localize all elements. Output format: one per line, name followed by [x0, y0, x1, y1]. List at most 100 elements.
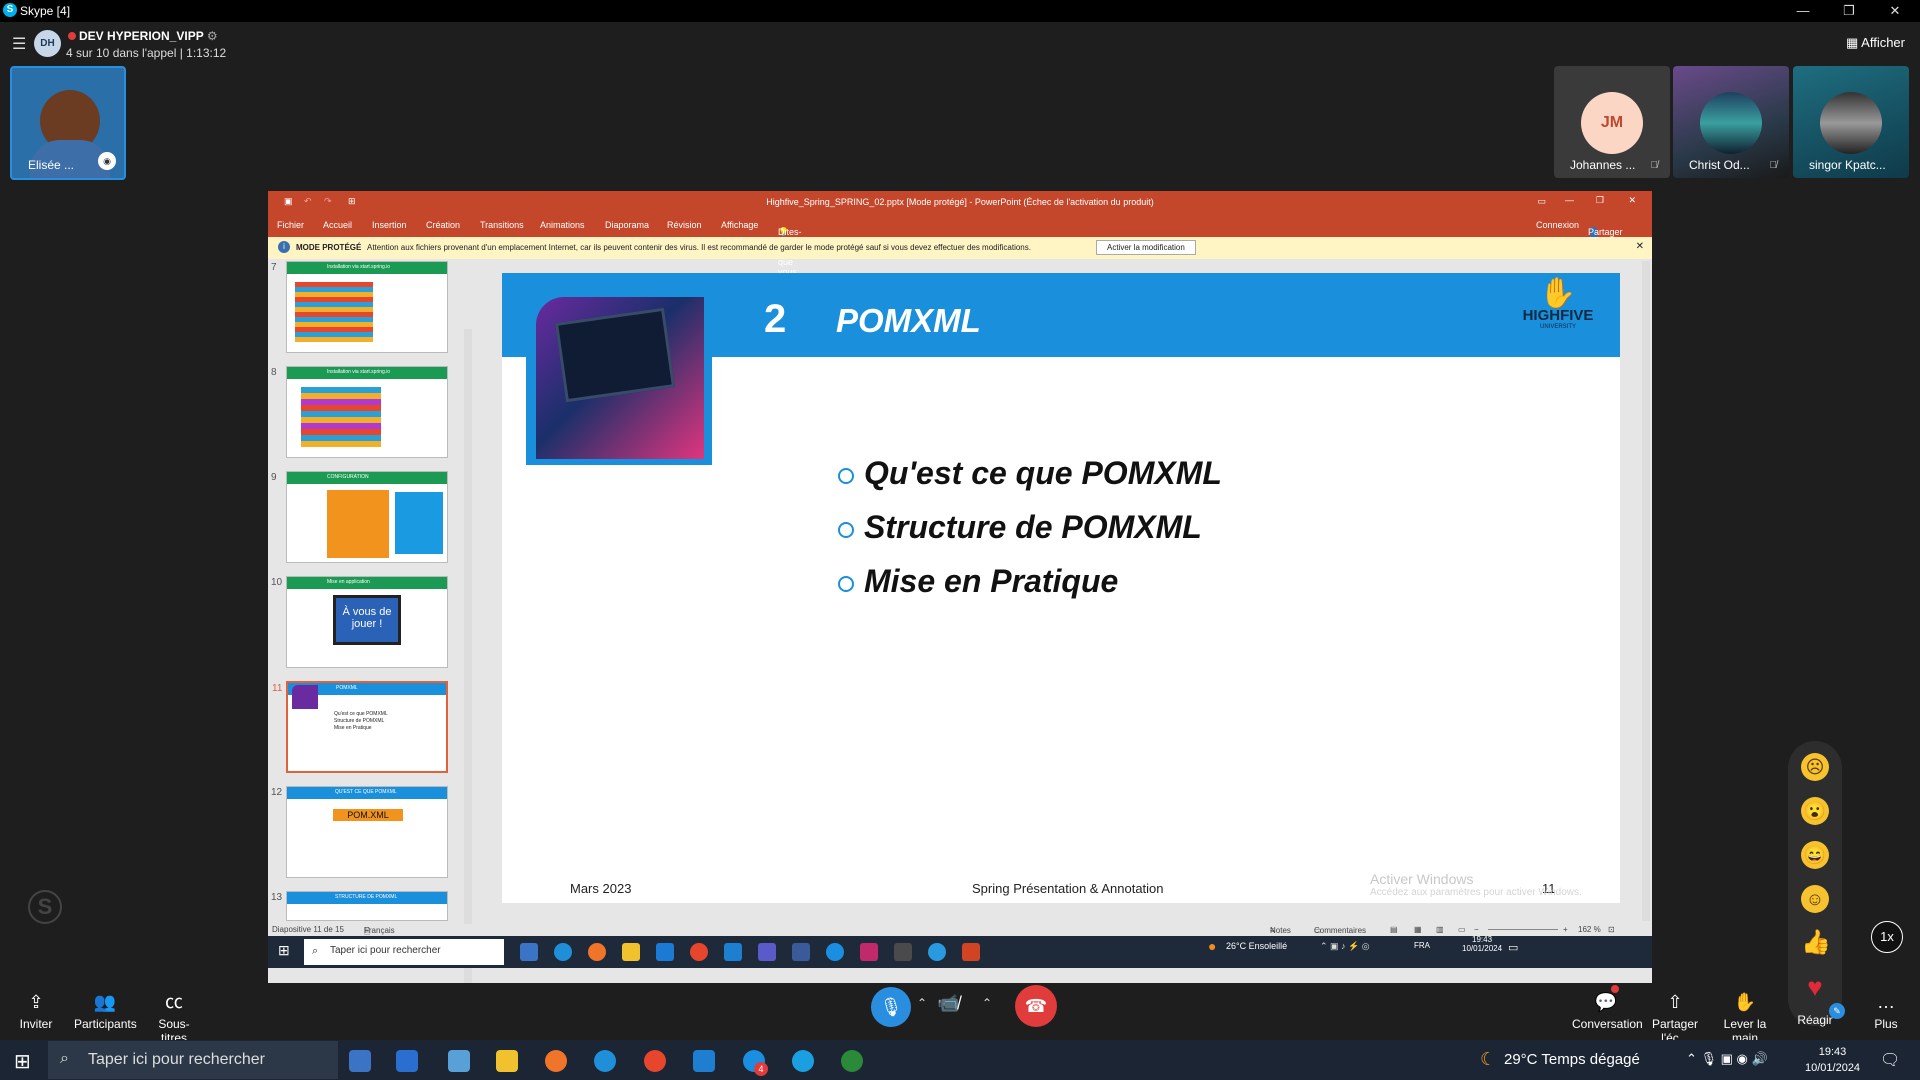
zoom-slider[interactable] — [1488, 929, 1558, 930]
notepad-icon[interactable] — [448, 1050, 470, 1072]
laugh-emoji-icon[interactable]: 😄 — [1801, 841, 1829, 869]
task-view-icon[interactable] — [349, 1050, 371, 1072]
heart-icon[interactable]: ♥ — [1801, 973, 1829, 1001]
thumbnail-scrollbar[interactable] — [464, 329, 472, 983]
calculator-icon[interactable] — [396, 1050, 418, 1072]
vscode-icon[interactable] — [724, 943, 742, 961]
slide-thumbnail[interactable]: 8 Installation via start.spring.io — [271, 366, 448, 458]
participants-button[interactable]: 👥 Participants — [74, 987, 137, 1031]
ribbon-options-icon[interactable]: ▭ — [1537, 196, 1546, 207]
windows-start-icon[interactable]: ⊞ — [278, 942, 290, 959]
hang-up-button[interactable]: ☎ — [1015, 985, 1057, 1027]
slide-thumbnail-selected[interactable]: 11 POMXML Qu'est ce que POMXML Structure… — [272, 681, 448, 773]
playback-speed-button[interactable]: 1x — [1871, 921, 1903, 953]
ppt-restore-button[interactable]: ❐ — [1596, 195, 1604, 206]
hamburger-menu-icon[interactable]: ☰ — [12, 34, 26, 54]
zoom-out-icon[interactable]: − — [1474, 925, 1479, 934]
slide-thumbnail[interactable]: 7 Installation via start.spring.io — [271, 261, 448, 353]
tab-transitions[interactable]: Transitions — [480, 220, 524, 230]
taskbar-search-box[interactable]: ⌕ Taper ici pour rechercher — [48, 1041, 338, 1079]
powerpoint-icon[interactable] — [962, 943, 980, 961]
system-tray-icons[interactable]: ⌃ 🎙 ▣ ◉ 🔊 — [1686, 1051, 1768, 1067]
mail-icon[interactable] — [656, 943, 674, 961]
hs-app-icon[interactable] — [841, 1050, 863, 1072]
app-icon[interactable] — [894, 943, 912, 961]
video-off-button[interactable]: 📹̸ — [937, 993, 959, 1014]
video-options-chevron-icon[interactable]: ⌃ — [982, 996, 992, 1010]
restore-button[interactable]: ❐ — [1826, 0, 1872, 22]
share-screen-button[interactable]: ⇧ Partager l'éc... — [1640, 987, 1710, 1045]
tab-creation[interactable]: Création — [426, 220, 460, 230]
call-name[interactable]: DEV HYPERION_VIPP ⚙ — [68, 29, 218, 43]
raise-hand-button[interactable]: ✋ Lever la main — [1710, 987, 1780, 1045]
chrome-icon[interactable] — [644, 1050, 666, 1072]
show-layout-button[interactable]: ▦ Afficher — [1846, 35, 1905, 51]
intellij-icon[interactable] — [860, 943, 878, 961]
docker-icon[interactable] — [928, 943, 946, 961]
vscode-icon[interactable] — [693, 1050, 715, 1072]
tab-animations[interactable]: Animations — [540, 220, 585, 230]
file-explorer-icon[interactable] — [496, 1050, 518, 1072]
zoom-level[interactable]: 162 % — [1578, 925, 1601, 934]
slide-scrollbar[interactable] — [1642, 261, 1650, 921]
app-icon[interactable] — [792, 1050, 814, 1072]
microphone-button[interactable]: 🎙 — [871, 987, 911, 1027]
zoom-in-icon[interactable]: + — [1563, 925, 1568, 934]
sorter-view-icon[interactable]: ▦ — [1414, 925, 1422, 934]
blush-emoji-icon[interactable]: ☺ — [1801, 885, 1829, 913]
notification-icon[interactable]: ▭ — [1508, 941, 1518, 954]
tab-fichier[interactable]: Fichier — [277, 220, 304, 230]
slide-thumbnail[interactable]: 10 Mise en application À vous de jouer ! — [271, 576, 448, 668]
slideshow-view-icon[interactable]: ▭ — [1458, 925, 1466, 934]
firefox-icon[interactable] — [588, 943, 606, 961]
close-bar-icon[interactable]: ✕ — [1636, 241, 1644, 252]
camera-switch-icon[interactable]: ◉ — [98, 152, 116, 170]
pen-icon[interactable]: ✎ — [1829, 1003, 1845, 1019]
tray-icons[interactable]: ⌃ ▣ ♪ ⚡ ◎ — [1320, 941, 1370, 952]
remote-input-language[interactable]: FRA — [1414, 941, 1430, 950]
edge-icon[interactable] — [554, 943, 572, 961]
reading-view-icon[interactable]: ▥ — [1436, 925, 1444, 934]
ppt-close-button[interactable]: ✕ — [1628, 195, 1636, 206]
surprised-emoji-icon[interactable]: 😮 — [1801, 797, 1829, 825]
tab-accueil[interactable]: Accueil — [323, 220, 352, 230]
invite-button[interactable]: ⇪ Inviter — [16, 987, 56, 1031]
fit-slide-icon[interactable]: ⊡ — [1608, 925, 1615, 934]
file-explorer-icon[interactable] — [622, 943, 640, 961]
group-avatar[interactable]: DH — [34, 30, 61, 57]
notification-center-icon[interactable]: 🗨 — [1880, 1050, 1900, 1070]
participant-tile[interactable]: Christ Od... 🎙̸ — [1673, 66, 1789, 178]
slide-thumbnail[interactable]: 12 QU'EST CE QUE POMXML POM.XML — [271, 786, 448, 878]
tab-revision[interactable]: Révision — [667, 220, 702, 230]
thumbs-up-icon[interactable]: 👍 — [1801, 929, 1831, 957]
more-button[interactable]: … Plus — [1866, 987, 1906, 1031]
tab-diaporama[interactable]: Diaporama — [605, 220, 649, 230]
windows-start-icon[interactable]: ⊞ — [14, 1049, 31, 1074]
tab-insertion[interactable]: Insertion — [372, 220, 407, 230]
security-icon[interactable] — [792, 943, 810, 961]
sad-emoji-icon[interactable]: ☹ — [1801, 753, 1829, 781]
mic-options-chevron-icon[interactable]: ⌃ — [917, 996, 927, 1010]
subtitles-button[interactable]: ㏄ Sous-titres — [146, 987, 202, 1045]
enable-editing-button[interactable]: Activer la modification — [1096, 240, 1196, 255]
normal-view-icon[interactable]: ▤ — [1390, 925, 1398, 934]
signin-link[interactable]: Connexion — [1536, 220, 1579, 230]
settings-icon[interactable]: ⚙ — [207, 29, 218, 43]
self-video-tile[interactable]: Elisée ... ◉ — [10, 66, 126, 180]
participant-tile[interactable]: JM Johannes ... 🎙̸ — [1554, 66, 1670, 178]
chrome-icon[interactable] — [690, 943, 708, 961]
tab-affichage[interactable]: Affichage — [721, 220, 758, 230]
ppt-minimize-button[interactable]: — — [1565, 195, 1574, 205]
participant-tile[interactable]: singor Kpatc... — [1793, 66, 1909, 178]
close-button[interactable]: ✕ — [1872, 0, 1918, 22]
slide-thumbnail[interactable]: 9 CONFIGURATION — [271, 471, 448, 563]
edge-icon[interactable] — [594, 1050, 616, 1072]
firefox-icon[interactable] — [545, 1050, 567, 1072]
slide-thumbnail[interactable]: 13 STRUCTURE DE POMXML — [271, 891, 448, 921]
conversation-button[interactable]: 💬 Conversation — [1572, 987, 1643, 1031]
clock[interactable]: 19:43 10/01/2024 — [1805, 1044, 1860, 1076]
minimize-button[interactable]: — — [1780, 0, 1826, 22]
skype-icon[interactable] — [826, 943, 844, 961]
task-view-icon[interactable] — [520, 943, 538, 961]
teams-icon[interactable] — [758, 943, 776, 961]
